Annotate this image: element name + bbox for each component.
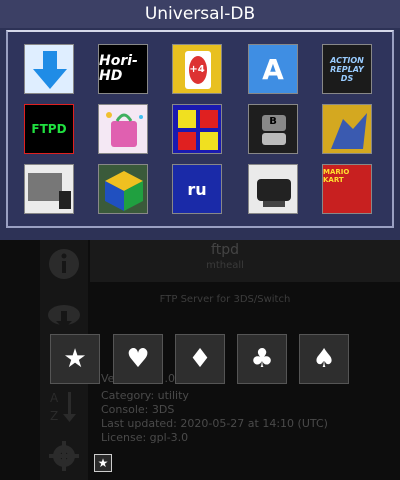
- tile-mario-kart[interactable]: MARIO KART: [322, 164, 372, 214]
- ftpd-label: FTPD: [31, 122, 67, 136]
- a-logo-label: A: [262, 52, 284, 86]
- cube-icon: [105, 171, 143, 211]
- svg-text:A: A: [50, 391, 59, 405]
- mario-kart-label: MARIO KART: [323, 168, 350, 184]
- top-screen: Universal-DB Hori-HD +4 A ACTION REPLAY …: [0, 0, 400, 240]
- version-suffix: .0: [164, 372, 175, 385]
- tile-3ds-b[interactable]: B: [248, 104, 298, 154]
- tile-console[interactable]: [248, 164, 298, 214]
- hori-hd-label: Hori-HD: [99, 53, 138, 84]
- star-icon: ★: [63, 344, 87, 374]
- title-bar: Universal-DB: [0, 0, 400, 28]
- heart-button[interactable]: ♥: [113, 334, 163, 384]
- license-line: License: gpl-3.0: [101, 431, 189, 444]
- four-squares-icon: [178, 110, 218, 150]
- updated-line: Last updated: 2020-05-27 at 14:10 (UTC): [101, 417, 328, 430]
- ru-label: ru: [187, 179, 207, 199]
- favorite-star-button[interactable]: ★: [94, 454, 112, 472]
- tile-wolf[interactable]: [322, 104, 372, 154]
- info-icon[interactable]: [46, 246, 82, 282]
- spade-icon: ♠: [312, 344, 336, 374]
- tile-gray-screen[interactable]: [24, 164, 74, 214]
- svg-text:Z: Z: [50, 409, 58, 423]
- tile-hori-hd[interactable]: Hori-HD: [98, 44, 148, 94]
- spade-button[interactable]: ♠: [299, 334, 349, 384]
- tile-ru[interactable]: ru: [172, 164, 222, 214]
- uno-label: +4: [189, 63, 205, 75]
- tile-four-squares[interactable]: [172, 104, 222, 154]
- action-replay-label: ACTION REPLAY DS: [330, 55, 364, 83]
- diamond-icon: ♦: [188, 344, 212, 374]
- heart-icon: ♥: [126, 344, 150, 374]
- 3ds-b-label: B: [269, 116, 277, 127]
- tile-ftpd[interactable]: FTPD: [24, 104, 74, 154]
- tile-shopping-bag[interactable]: [98, 104, 148, 154]
- console-line: Console: 3DS: [101, 403, 175, 416]
- category-line: Category: utility: [101, 389, 189, 402]
- star-button[interactable]: ★: [50, 334, 100, 384]
- app-grid: Hori-HD +4 A ACTION REPLAY DS FTPD B ru …: [6, 30, 394, 228]
- tablet-screen-icon: [28, 173, 71, 209]
- settings-icon[interactable]: [46, 438, 82, 474]
- wolf-icon: [331, 113, 367, 149]
- shopping-bag-icon: [106, 112, 143, 147]
- tile-action-replay[interactable]: ACTION REPLAY DS: [322, 44, 372, 94]
- diamond-button[interactable]: ♦: [175, 334, 225, 384]
- app-description: FTP Server for 3DS/Switch: [159, 294, 291, 305]
- mini-star-icon: ★: [97, 456, 109, 470]
- download-arrow-icon: [33, 51, 67, 89]
- tile-a-logo[interactable]: A: [248, 44, 298, 94]
- app-store-title: Universal-DB: [144, 4, 256, 24]
- app-author: mtheall: [206, 260, 244, 271]
- club-button[interactable]: ♣: [237, 334, 287, 384]
- app-title: ftpd: [211, 242, 239, 258]
- tile-uno[interactable]: +4: [172, 44, 222, 94]
- cloud-download-icon[interactable]: [46, 296, 82, 332]
- sort-az-icon[interactable]: AZ: [46, 388, 82, 424]
- tile-cube[interactable]: [98, 164, 148, 214]
- game-console-icon: [257, 179, 291, 207]
- club-icon: ♣: [250, 344, 274, 374]
- screen-root: Universal-DB Hori-HD +4 A ACTION REPLAY …: [0, 0, 400, 480]
- tile-download[interactable]: [24, 44, 74, 94]
